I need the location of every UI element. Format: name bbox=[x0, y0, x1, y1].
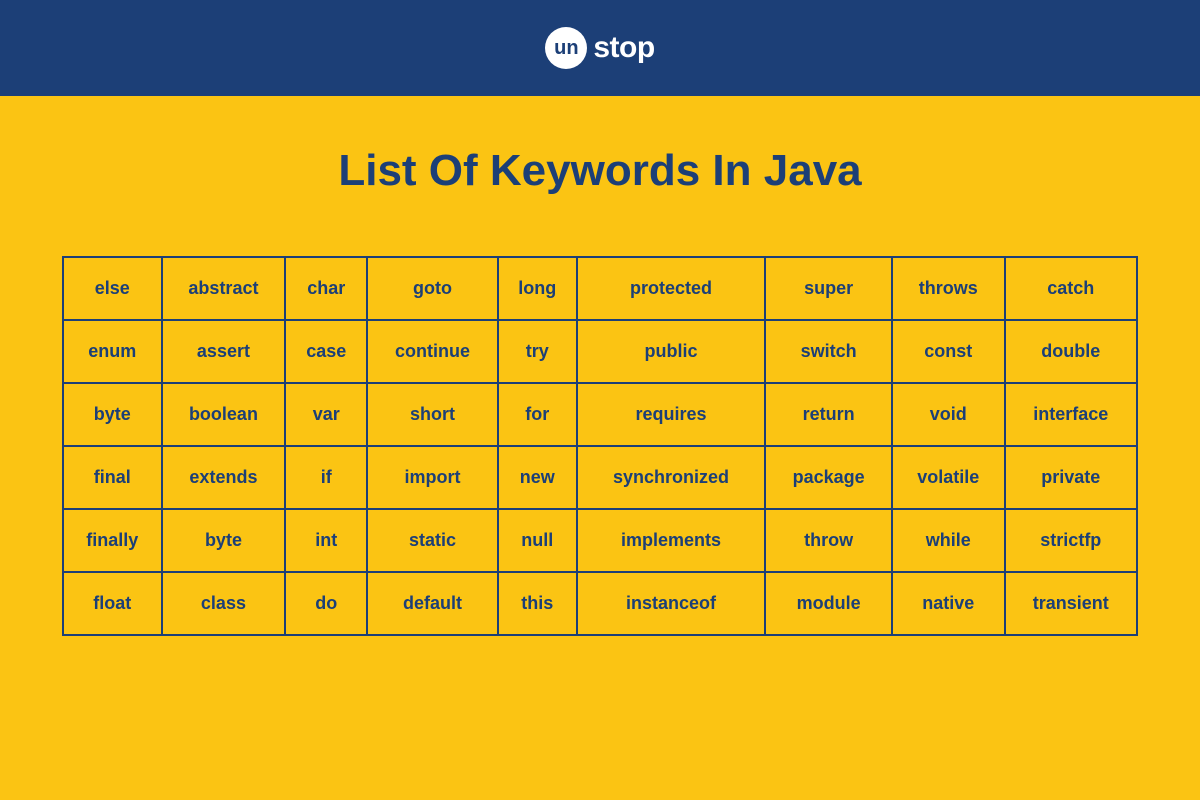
keyword-cell: goto bbox=[367, 257, 498, 320]
page-title: List Of Keywords In Java bbox=[62, 146, 1138, 196]
table-body: else abstract char goto long protected s… bbox=[63, 257, 1137, 635]
keyword-cell: super bbox=[765, 257, 892, 320]
main-content: List Of Keywords In Java else abstract c… bbox=[0, 96, 1200, 636]
keyword-cell: import bbox=[367, 446, 498, 509]
keyword-cell: for bbox=[498, 383, 577, 446]
keyword-cell: native bbox=[892, 572, 1005, 635]
keyword-cell: synchronized bbox=[577, 446, 766, 509]
keyword-cell: strictfp bbox=[1005, 509, 1137, 572]
logo-suffix: stop bbox=[593, 31, 654, 65]
keyword-cell: float bbox=[63, 572, 162, 635]
keyword-cell: do bbox=[285, 572, 367, 635]
keyword-cell: while bbox=[892, 509, 1005, 572]
keyword-cell: static bbox=[367, 509, 498, 572]
keyword-cell: volatile bbox=[892, 446, 1005, 509]
keyword-cell: return bbox=[765, 383, 892, 446]
keywords-table: else abstract char goto long protected s… bbox=[62, 256, 1138, 636]
keyword-cell: finally bbox=[63, 509, 162, 572]
keyword-cell: enum bbox=[63, 320, 162, 383]
keyword-cell: package bbox=[765, 446, 892, 509]
keyword-cell: public bbox=[577, 320, 766, 383]
keyword-cell: double bbox=[1005, 320, 1137, 383]
table-row: byte boolean var short for requires retu… bbox=[63, 383, 1137, 446]
keyword-cell: abstract bbox=[162, 257, 286, 320]
keyword-cell: continue bbox=[367, 320, 498, 383]
table-row: final extends if import new synchronized… bbox=[63, 446, 1137, 509]
keyword-cell: var bbox=[285, 383, 367, 446]
keyword-cell: final bbox=[63, 446, 162, 509]
keyword-cell: try bbox=[498, 320, 577, 383]
table-row: float class do default this instanceof m… bbox=[63, 572, 1137, 635]
table-row: enum assert case continue try public swi… bbox=[63, 320, 1137, 383]
keyword-cell: throw bbox=[765, 509, 892, 572]
keyword-cell: if bbox=[285, 446, 367, 509]
keyword-cell: null bbox=[498, 509, 577, 572]
keyword-cell: new bbox=[498, 446, 577, 509]
keyword-cell: short bbox=[367, 383, 498, 446]
keyword-cell: private bbox=[1005, 446, 1137, 509]
keyword-cell: class bbox=[162, 572, 286, 635]
keyword-cell: void bbox=[892, 383, 1005, 446]
keyword-cell: const bbox=[892, 320, 1005, 383]
keyword-cell: default bbox=[367, 572, 498, 635]
keyword-cell: requires bbox=[577, 383, 766, 446]
keyword-cell: transient bbox=[1005, 572, 1137, 635]
keyword-cell: else bbox=[63, 257, 162, 320]
keyword-cell: byte bbox=[162, 509, 286, 572]
keyword-cell: implements bbox=[577, 509, 766, 572]
table-row: finally byte int static null implements … bbox=[63, 509, 1137, 572]
keyword-cell: protected bbox=[577, 257, 766, 320]
keyword-cell: switch bbox=[765, 320, 892, 383]
keyword-cell: boolean bbox=[162, 383, 286, 446]
header-bar: un stop bbox=[0, 0, 1200, 96]
keyword-cell: throws bbox=[892, 257, 1005, 320]
keyword-cell: assert bbox=[162, 320, 286, 383]
keyword-cell: int bbox=[285, 509, 367, 572]
keyword-cell: byte bbox=[63, 383, 162, 446]
keyword-cell: extends bbox=[162, 446, 286, 509]
keyword-cell: case bbox=[285, 320, 367, 383]
keyword-cell: instanceof bbox=[577, 572, 766, 635]
logo-prefix: un bbox=[554, 37, 578, 60]
keyword-cell: long bbox=[498, 257, 577, 320]
brand-logo: un stop bbox=[545, 27, 654, 69]
keyword-cell: this bbox=[498, 572, 577, 635]
keyword-cell: char bbox=[285, 257, 367, 320]
keyword-cell: module bbox=[765, 572, 892, 635]
keyword-cell: catch bbox=[1005, 257, 1137, 320]
table-row: else abstract char goto long protected s… bbox=[63, 257, 1137, 320]
keyword-cell: interface bbox=[1005, 383, 1137, 446]
logo-badge: un bbox=[545, 27, 587, 69]
